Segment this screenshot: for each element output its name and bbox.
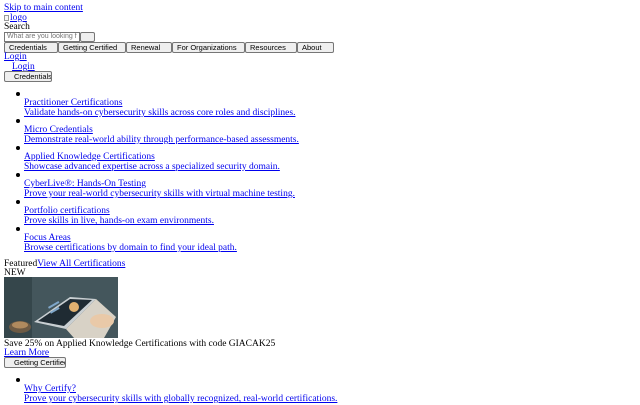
credential-item-desc[interactable]: Browse certifications by domain to find … <box>24 243 237 254</box>
bullet-icon <box>16 146 20 150</box>
credentials-menu-button[interactable]: Credentials <box>4 71 52 82</box>
bullet-icon <box>16 119 20 123</box>
bullet-icon <box>16 92 20 96</box>
nav-renewal-button[interactable]: Renewal <box>126 42 172 53</box>
nav-getting-certified-button[interactable]: Getting Certified <box>58 42 126 53</box>
nav-about-button[interactable]: About <box>297 42 334 53</box>
getting-certified-menu-button[interactable]: Getting Certified <box>4 357 66 368</box>
bullet-icon <box>16 378 20 382</box>
credential-item-desc[interactable]: Demonstrate real-world ability through p… <box>24 135 299 146</box>
credential-item-desc[interactable]: Showcase advanced expertise across a spe… <box>24 162 280 173</box>
search-input[interactable]: What are you looking f <box>4 32 80 42</box>
view-all-certifications-link[interactable]: View All Certifications <box>37 259 125 269</box>
search-submit-button[interactable] <box>80 32 95 42</box>
bullet-icon <box>16 200 20 204</box>
credential-item-desc[interactable]: Validate hands-on cybersecurity skills a… <box>24 108 295 119</box>
nav-resources-button[interactable]: Resources <box>245 42 297 53</box>
credential-item-desc[interactable]: Prove skills in live, hands-on exam envi… <box>24 216 214 227</box>
bullet-icon <box>16 227 20 231</box>
credential-item-desc[interactable]: Prove your real-world cybersecurity skil… <box>24 189 295 200</box>
promo-image <box>4 277 118 338</box>
broken-image-icon <box>4 15 9 21</box>
laptop-illustration <box>4 277 118 338</box>
nav-for-organizations-button[interactable]: For Organizations <box>172 42 245 53</box>
bullet-icon <box>16 173 20 177</box>
